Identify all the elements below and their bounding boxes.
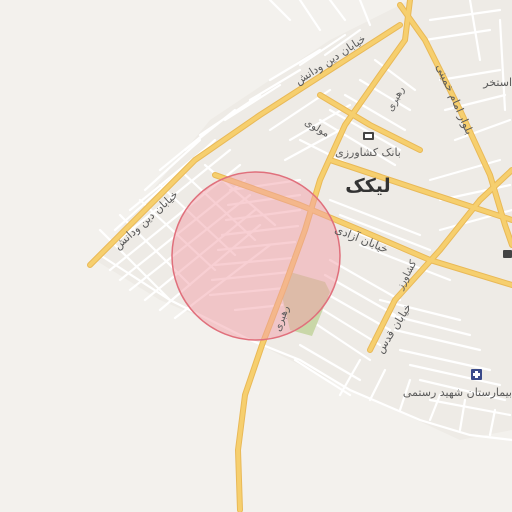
hospital-icon-cross-h xyxy=(473,373,480,376)
city-label: لیکک xyxy=(345,175,390,197)
pool-poi[interactable]: استخر xyxy=(482,76,512,89)
poi-label-hospital: بیمارستان شهید رستمی xyxy=(403,386,512,399)
map-canvas[interactable]: خیابان دین ودانش خیابان دین ودانش مولوی … xyxy=(0,0,512,512)
building-icon[interactable] xyxy=(503,250,512,258)
poi-label-pool: استخر xyxy=(482,76,512,89)
bank-icon-inner xyxy=(365,134,372,138)
map-view[interactable]: خیابان دین ودانش خیابان دین ودانش مولوی … xyxy=(0,0,512,512)
poi-label-bank: بانک کشاورزی xyxy=(335,146,401,159)
highlight-circle[interactable] xyxy=(171,171,341,341)
